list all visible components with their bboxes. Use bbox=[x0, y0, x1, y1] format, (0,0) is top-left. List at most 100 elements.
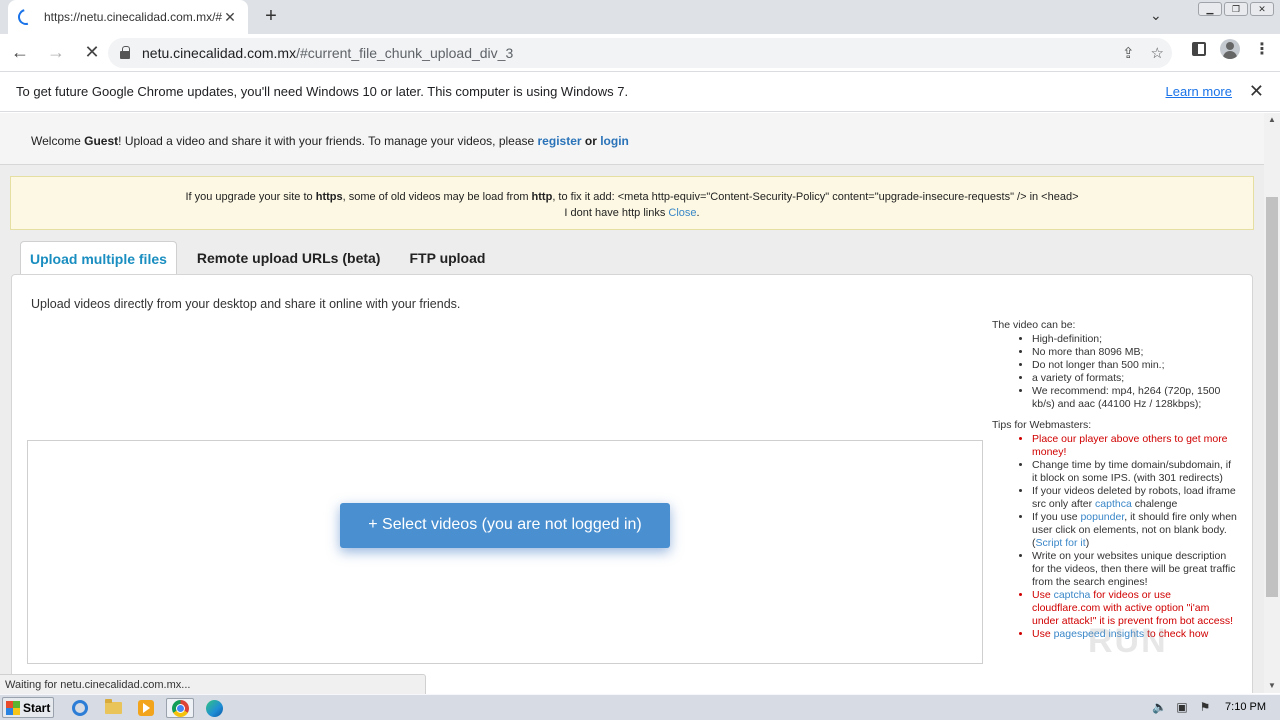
welcome-user: Guest bbox=[84, 134, 119, 148]
system-tray: 🔈 ▣ ⚑ bbox=[1152, 700, 1212, 714]
list-item: a variety of formats; bbox=[1032, 372, 1237, 385]
edge-icon bbox=[205, 699, 223, 717]
list-item: If you use popunder, it should fire only… bbox=[1032, 511, 1237, 550]
welcome-bar: Welcome Guest! Upload a video and share … bbox=[0, 113, 1264, 165]
popunder-link[interactable]: popunder bbox=[1080, 511, 1124, 523]
select-videos-button[interactable]: + Select videos (you are not logged in) bbox=[340, 503, 670, 548]
tab-title: https://netu.cinecalidad.com.mx/#c bbox=[44, 10, 222, 24]
loading-spinner-icon bbox=[15, 6, 37, 28]
script-link[interactable]: Script for it bbox=[1036, 537, 1086, 549]
captcha-videos-link[interactable]: captcha bbox=[1054, 589, 1091, 601]
list-item: Change time by time domain/subdomain, if… bbox=[1032, 459, 1237, 485]
upload-panel: Upload videos directly from your desktop… bbox=[11, 274, 1253, 693]
media-player-icon bbox=[138, 700, 154, 716]
video-requirements-title: The video can be: bbox=[992, 319, 1076, 331]
welcome-prefix: Welcome bbox=[31, 134, 85, 148]
welcome-message: ! Upload a video and share it with your … bbox=[118, 134, 538, 148]
tab-strip: https://netu.cinecalidad.com.mx/#c ✕ + ⌄… bbox=[0, 0, 1280, 34]
list-item: If your videos deleted by robots, load i… bbox=[1032, 485, 1237, 511]
back-arrow-icon[interactable]: ← bbox=[4, 37, 36, 69]
tip-text: ) bbox=[1085, 537, 1090, 549]
page-scrollbar[interactable]: ▲ ▼ bbox=[1264, 113, 1280, 693]
captcha-link[interactable]: capthca bbox=[1095, 498, 1132, 510]
chrome-icon bbox=[171, 699, 189, 717]
taskbar-internet-explorer[interactable] bbox=[68, 698, 92, 718]
register-link[interactable]: register bbox=[538, 134, 582, 148]
tab-remote-upload-urls[interactable]: Remote upload URLs (beta) bbox=[188, 241, 390, 275]
notice-https: https bbox=[315, 191, 343, 203]
infobar-close-icon[interactable]: ✕ bbox=[1249, 81, 1264, 102]
profile-avatar-icon[interactable] bbox=[1220, 39, 1240, 59]
list-item: Place our player above others to get mor… bbox=[1032, 433, 1237, 459]
scroll-up-arrow-icon[interactable]: ▲ bbox=[1264, 113, 1280, 127]
tips-list: Place our player above others to get mor… bbox=[992, 433, 1237, 641]
tab-upload-multiple-files[interactable]: Upload multiple files bbox=[20, 241, 177, 275]
start-button[interactable]: Start bbox=[2, 697, 54, 718]
notice-text-b: , some of old videos may be load from bbox=[342, 191, 532, 203]
upload-intro: Upload videos directly from your desktop… bbox=[31, 297, 461, 311]
url-host: netu.cinecalidad.com.mx bbox=[142, 45, 297, 61]
taskbar-media-player[interactable] bbox=[134, 698, 158, 718]
side-panel-icon[interactable] bbox=[1192, 42, 1206, 56]
list-item: We recommend: mp4, h264 (720p, 1500 kb/s… bbox=[1032, 385, 1237, 411]
window-controls: ▁ ❐ ✕ bbox=[1198, 2, 1274, 16]
notice-close-link[interactable]: Close bbox=[668, 207, 696, 219]
share-icon[interactable]: ⇪ bbox=[1122, 44, 1135, 62]
video-requirements-list: High-definition; No more than 8096 MB; D… bbox=[992, 333, 1237, 411]
tip-text: Use bbox=[1032, 628, 1054, 640]
list-item: Write on your websites unique descriptio… bbox=[1032, 550, 1237, 589]
address-bar[interactable]: netu.cinecalidad.com.mx/#current_file_ch… bbox=[108, 38, 1172, 68]
update-infobar: To get future Google Chrome updates, you… bbox=[0, 72, 1280, 112]
notice-text-c: , to fix it add: <meta http-equiv="Conte… bbox=[552, 191, 1079, 203]
infobar-message: To get future Google Chrome updates, you… bbox=[16, 84, 629, 99]
taskbar-chrome[interactable] bbox=[166, 698, 194, 718]
taskbar-explorer[interactable] bbox=[101, 698, 125, 718]
internet-explorer-icon bbox=[72, 700, 88, 716]
list-item: Do not longer than 500 min.; bbox=[1032, 359, 1237, 372]
close-window-icon[interactable]: ✕ bbox=[1250, 2, 1274, 16]
tip-text: Use bbox=[1032, 589, 1054, 601]
browser-toolbar: ← → ✕ netu.cinecalidad.com.mx/#current_f… bbox=[0, 34, 1280, 72]
list-item: No more than 8096 MB; bbox=[1032, 346, 1237, 359]
login-link[interactable]: login bbox=[600, 134, 629, 148]
scroll-thumb[interactable] bbox=[1266, 197, 1278, 597]
restore-icon[interactable]: ❐ bbox=[1224, 2, 1248, 16]
browser-tab[interactable]: https://netu.cinecalidad.com.mx/#c ✕ bbox=[8, 0, 248, 34]
watermark-logo: RUN bbox=[1088, 622, 1168, 660]
stop-loading-icon[interactable]: ✕ bbox=[76, 37, 108, 69]
upload-info-sidebar: The video can be: High-definition; No mo… bbox=[992, 319, 1237, 644]
tab-close-icon[interactable]: ✕ bbox=[222, 9, 238, 26]
taskbar-edge[interactable] bbox=[202, 698, 226, 718]
action-center-flag-icon[interactable]: ⚑ bbox=[1198, 700, 1212, 714]
status-bubble: Waiting for netu.cinecalidad.com.mx... bbox=[0, 674, 426, 694]
learn-more-link[interactable]: Learn more bbox=[1166, 84, 1232, 99]
notice-text-a: If you upgrade your site to bbox=[185, 191, 316, 203]
scroll-down-arrow-icon[interactable]: ▼ bbox=[1264, 679, 1280, 693]
url-text[interactable]: netu.cinecalidad.com.mx/#current_file_ch… bbox=[142, 45, 513, 61]
volume-icon[interactable]: 🔈 bbox=[1152, 700, 1167, 714]
network-icon[interactable]: ▣ bbox=[1175, 700, 1189, 714]
tab-search-chevron-icon[interactable]: ⌄ bbox=[1150, 7, 1162, 24]
page-content: Welcome Guest! Upload a video and share … bbox=[0, 113, 1264, 693]
bookmark-star-icon[interactable]: ☆ bbox=[1151, 44, 1164, 62]
forward-arrow-icon[interactable]: → bbox=[40, 37, 72, 69]
upload-tabs: Upload multiple files Remote upload URLs… bbox=[20, 241, 505, 275]
upload-dropzone[interactable]: + Select videos (you are not logged in) bbox=[27, 440, 983, 664]
tip-text: If you use bbox=[1032, 511, 1081, 523]
notice-http: http bbox=[531, 191, 553, 203]
notice-line-1: If you upgrade your site to https, some … bbox=[11, 189, 1253, 205]
notice-period: . bbox=[696, 207, 700, 219]
start-label: Start bbox=[23, 700, 51, 715]
new-tab-button[interactable]: + bbox=[260, 6, 282, 28]
tip-text: chalenge bbox=[1131, 498, 1178, 510]
windows-logo-icon bbox=[6, 700, 20, 715]
lock-icon[interactable] bbox=[120, 46, 130, 59]
list-item: High-definition; bbox=[1032, 333, 1237, 346]
folder-icon bbox=[104, 699, 122, 714]
menu-kebab-icon[interactable]: ⋮ bbox=[1254, 39, 1270, 59]
minimize-icon[interactable]: ▁ bbox=[1198, 2, 1222, 16]
tab-ftp-upload[interactable]: FTP upload bbox=[400, 241, 494, 275]
notice-text-d: I dont have http links bbox=[564, 207, 669, 219]
taskbar-clock[interactable]: 7:10 PM bbox=[1225, 701, 1266, 713]
welcome-or: or bbox=[581, 134, 601, 148]
